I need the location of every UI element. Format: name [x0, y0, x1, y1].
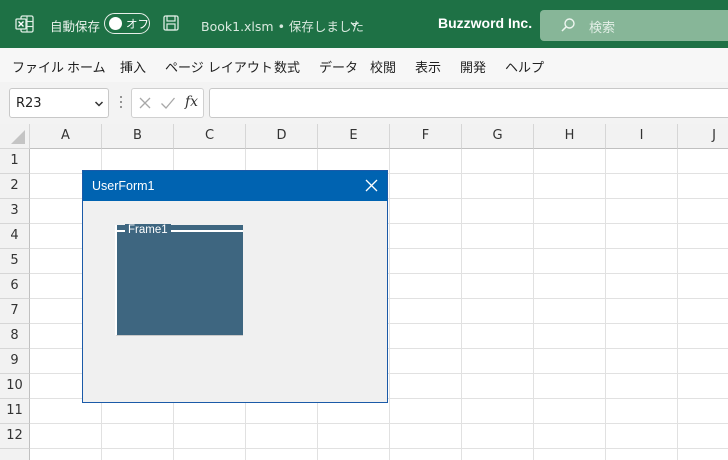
frame-caption: Frame1 — [125, 224, 171, 237]
menu-page-layout[interactable]: ページ レイアウト — [165, 57, 273, 76]
file-name[interactable]: Book1.xlsm • 保存しました — [201, 16, 364, 35]
column-header-e[interactable]: E — [318, 124, 390, 149]
row-header-3[interactable]: 3 — [0, 199, 30, 224]
userform-title: UserForm1 — [92, 179, 155, 193]
row-header-9[interactable]: 9 — [0, 349, 30, 374]
menu-insert[interactable]: 挿入 — [120, 57, 146, 76]
search-icon — [561, 18, 575, 32]
autosave-label: 自動保存 — [50, 19, 101, 34]
more-options-icon[interactable] — [118, 92, 124, 112]
row-header-12[interactable]: 12 — [0, 424, 30, 449]
grid-line — [605, 149, 606, 460]
row-header-6[interactable]: 6 — [0, 274, 30, 299]
row-header-1[interactable]: 1 — [0, 149, 30, 174]
ribbon-menu: ファイル ホーム 挿入 ページ レイアウト 数式 データ 校閲 表示 開発 ヘル… — [0, 48, 728, 82]
cancel-icon[interactable] — [138, 96, 152, 110]
chevron-down-icon[interactable] — [350, 20, 359, 29]
userform-title-bar[interactable]: UserForm1 — [83, 171, 387, 201]
name-box[interactable]: R23 — [9, 88, 109, 118]
column-header-i[interactable]: I — [606, 124, 678, 149]
formula-bar: R23 fx — [0, 82, 728, 124]
column-header-h[interactable]: H — [534, 124, 606, 149]
row-header-10[interactable]: 10 — [0, 374, 30, 399]
company-name: Buzzword Inc. — [438, 15, 533, 31]
select-all-corner[interactable] — [0, 124, 30, 149]
column-header-f[interactable]: F — [390, 124, 462, 149]
row-header-7[interactable]: 7 — [0, 299, 30, 324]
menu-formulas[interactable]: 数式 — [274, 57, 300, 76]
menu-file[interactable]: ファイル — [12, 57, 64, 76]
row-header-4[interactable]: 4 — [0, 224, 30, 249]
formula-buttons: fx — [131, 88, 204, 118]
autosave-state: オフ — [126, 17, 149, 31]
frame-control[interactable]: Frame1 — [115, 224, 243, 336]
menu-data[interactable]: データ — [319, 57, 358, 76]
grid-line — [389, 149, 390, 460]
grid-line — [30, 448, 728, 449]
row-header-13[interactable] — [0, 449, 30, 460]
autosave-toggle[interactable]: オフ — [104, 13, 150, 34]
column-header-g[interactable]: G — [462, 124, 534, 149]
search-placeholder: 検索 — [589, 21, 616, 36]
row-header-5[interactable]: 5 — [0, 249, 30, 274]
menu-view[interactable]: 表示 — [415, 57, 441, 76]
chevron-down-icon[interactable] — [94, 99, 104, 109]
row-header-11[interactable]: 11 — [0, 399, 30, 424]
toggle-knob — [109, 17, 122, 30]
grid-line — [461, 149, 462, 460]
column-header-j[interactable]: J — [678, 124, 728, 149]
select-all-icon — [11, 130, 25, 144]
row-header-8[interactable]: 8 — [0, 324, 30, 349]
save-icon[interactable] — [162, 14, 180, 32]
search-box[interactable]: 検索 — [540, 10, 728, 41]
column-header-b[interactable]: B — [102, 124, 174, 149]
close-icon[interactable] — [365, 179, 378, 192]
check-icon[interactable] — [160, 96, 176, 110]
grid-line — [533, 149, 534, 460]
menu-help[interactable]: ヘルプ — [505, 57, 544, 76]
column-header-d[interactable]: D — [246, 124, 318, 149]
formula-input[interactable] — [209, 88, 728, 118]
excel-icon[interactable] — [14, 13, 36, 35]
grid-line — [30, 423, 728, 424]
grid-line — [677, 149, 678, 460]
insert-function-button[interactable]: fx — [185, 94, 198, 110]
row-header-2[interactable]: 2 — [0, 174, 30, 199]
column-header-a[interactable]: A — [30, 124, 102, 149]
name-box-value: R23 — [16, 96, 42, 111]
userform-window[interactable]: UserForm1 Frame1 — [82, 170, 388, 403]
title-bar: 自動保存 オフ Book1.xlsm • 保存しました Buzzword Inc… — [0, 0, 728, 48]
menu-home[interactable]: ホーム — [67, 57, 106, 76]
column-header-c[interactable]: C — [174, 124, 246, 149]
menu-review[interactable]: 校閲 — [370, 57, 396, 76]
menu-developer[interactable]: 開発 — [460, 57, 486, 76]
